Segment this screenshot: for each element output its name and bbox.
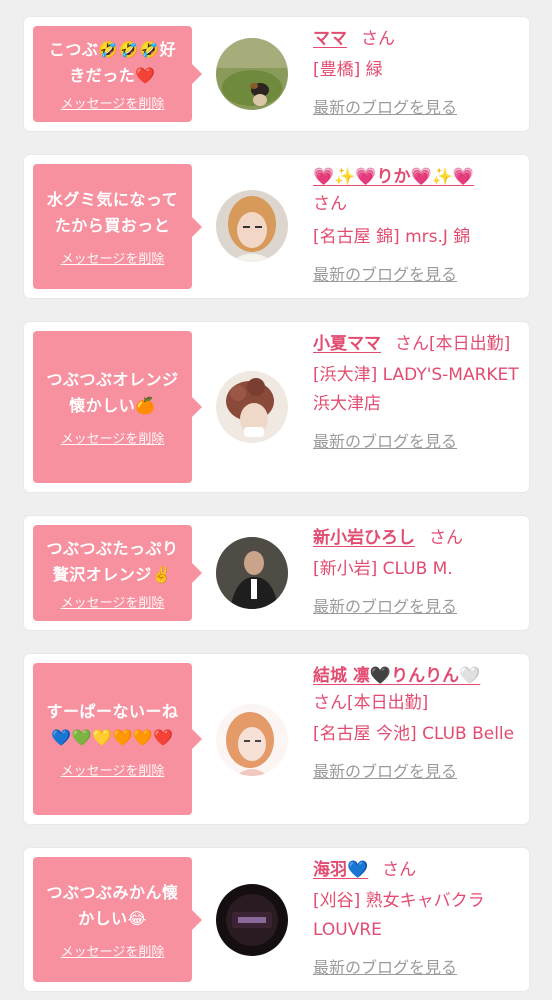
latest-blog-link[interactable]: 最新のブログを見る xyxy=(313,757,519,786)
sender-info: 海羽💙 さん [刈谷] 熟女キャバクラ LOUVRE 最新のブログを見る xyxy=(313,856,519,982)
sender-suffix: さん xyxy=(313,194,347,214)
shop-name: [名古屋 錦] mrs.J 錦 xyxy=(313,227,471,247)
delete-message-link[interactable]: メッセージを削除 xyxy=(61,248,165,267)
message-card: すーぱーないーね💙💚💛🧡🧡❤️ メッセージを削除 結城 凛🖤りんりん🤍 さん[本… xyxy=(24,654,529,824)
sender-suffix: さん[本日出勤] xyxy=(395,334,511,354)
avatar[interactable] xyxy=(216,537,288,609)
shop-name: [刈谷] 熟女キャバクラ LOUVRE xyxy=(313,891,485,940)
delete-message-link[interactable]: メッセージを削除 xyxy=(61,592,165,611)
message-bubble: つぶつぶオレンジ懐かしい🍊 メッセージを削除 xyxy=(33,331,202,483)
message-card: こつぶ🤣🤣🤣好きだった❤️ メッセージを削除 ママ さん [豊橋] 緑 最新のブロ… xyxy=(24,17,529,131)
avatar[interactable] xyxy=(216,371,288,443)
message-bubble: つぶつぶたっぷり贅沢オレンジ✌️ メッセージを削除 xyxy=(33,525,202,621)
delete-message-link[interactable]: メッセージを削除 xyxy=(61,941,165,960)
message-text: つぶつぶオレンジ懐かしい🍊 xyxy=(46,370,179,415)
shop-name: [新小岩] CLUB M. xyxy=(313,559,453,579)
sender-info: 新小岩ひろし さん [新小岩] CLUB M. 最新のブログを見る xyxy=(313,524,519,621)
sender-suffix: さん xyxy=(382,860,417,880)
message-text: 水グミ気になってたから買おっと xyxy=(46,189,179,235)
delete-message-link[interactable]: メッセージを削除 xyxy=(61,93,165,112)
sender-info: ママ さん [豊橋] 緑 最新のブログを見る xyxy=(313,25,519,122)
sender-info: 💗✨💗りか💗✨💗 さん [名古屋 錦] mrs.J 錦 最新のブログを見る xyxy=(313,163,519,289)
message-card: つぶつぶみかん懐かしい😂 メッセージを削除 海羽💙 さん [刈谷] 熟女キャバクラ… xyxy=(24,848,529,991)
sender-name-link[interactable]: 海羽💙 xyxy=(313,860,368,880)
message-text: つぶつぶたっぷり贅沢オレンジ✌️ xyxy=(46,538,179,584)
latest-blog-link[interactable]: 最新のブログを見る xyxy=(313,592,519,621)
shop-name: [豊橋] 緑 xyxy=(313,60,383,80)
sender-name-link[interactable]: ママ xyxy=(313,29,347,49)
avatar[interactable] xyxy=(216,190,288,262)
sender-suffix: さん[本日出勤] xyxy=(313,693,429,713)
message-card: つぶつぶオレンジ懐かしい🍊 メッセージを削除 小夏ママ さん[本日出勤] [浜大津… xyxy=(24,322,529,492)
avatar[interactable] xyxy=(216,704,288,776)
latest-blog-link[interactable]: 最新のブログを見る xyxy=(313,953,519,982)
sender-info: 小夏ママ さん[本日出勤] [浜大津] LADY'S-MARKET 浜大津店 最新… xyxy=(313,330,519,456)
delete-message-link[interactable]: メッセージを削除 xyxy=(61,428,165,447)
sender-name-link[interactable]: 小夏ママ xyxy=(313,334,381,354)
sender-info: 結城 凛🖤りんりん🤍 さん[本日出勤] [名古屋 今池] CLUB Belle … xyxy=(313,662,519,786)
latest-blog-link[interactable]: 最新のブログを見る xyxy=(313,427,519,456)
avatar[interactable] xyxy=(216,884,288,956)
message-card: つぶつぶたっぷり贅沢オレンジ✌️ メッセージを削除 新小岩ひろし さん [新小岩]… xyxy=(24,516,529,630)
message-bubble: すーぱーないーね💙💚💛🧡🧡❤️ メッセージを削除 xyxy=(33,663,202,815)
sender-name-link[interactable]: 新小岩ひろし xyxy=(313,528,415,548)
sender-suffix: さん xyxy=(429,528,463,548)
latest-blog-link[interactable]: 最新のブログを見る xyxy=(313,93,519,122)
message-bubble: 水グミ気になってたから買おっと メッセージを削除 xyxy=(33,164,202,289)
sender-name-link[interactable]: 結城 凛🖤りんりん🤍 xyxy=(313,666,480,686)
message-bubble: こつぶ🤣🤣🤣好きだった❤️ メッセージを削除 xyxy=(33,26,202,122)
message-list: こつぶ🤣🤣🤣好きだった❤️ メッセージを削除 ママ さん [豊橋] 緑 最新のブロ… xyxy=(0,0,552,1000)
sender-suffix: さん xyxy=(361,29,395,49)
shop-name: [名古屋 今池] CLUB Belle xyxy=(313,724,515,744)
avatar[interactable] xyxy=(216,38,288,110)
shop-name: [浜大津] LADY'S-MARKET 浜大津店 xyxy=(313,365,519,414)
message-text: つぶつぶみかん懐かしい😂 xyxy=(46,882,179,928)
sender-name-link[interactable]: 💗✨💗りか💗✨💗 xyxy=(313,167,474,187)
message-text: こつぶ🤣🤣🤣好きだった❤️ xyxy=(48,39,177,85)
delete-message-link[interactable]: メッセージを削除 xyxy=(61,760,165,779)
message-card: 水グミ気になってたから買おっと メッセージを削除 💗✨💗りか💗✨💗 さん [名古… xyxy=(24,155,529,298)
latest-blog-link[interactable]: 最新のブログを見る xyxy=(313,260,519,289)
message-bubble: つぶつぶみかん懐かしい😂 メッセージを削除 xyxy=(33,857,202,982)
message-text: すーぱーないーね💙💚💛🧡🧡❤️ xyxy=(46,702,179,747)
